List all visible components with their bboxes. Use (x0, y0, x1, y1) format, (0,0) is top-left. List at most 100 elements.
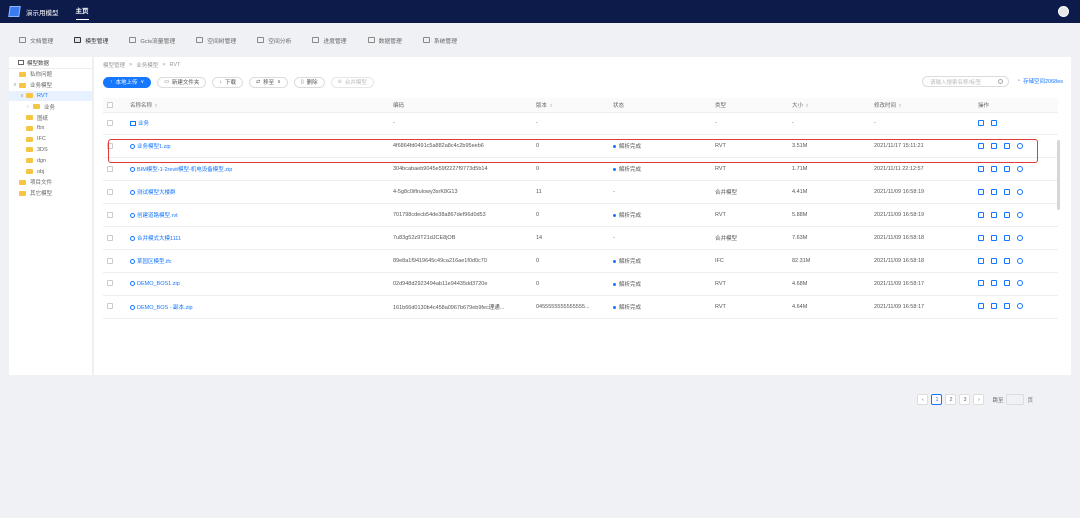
table-row[interactable]: DEMO_BOS1.zip 02d948d2923494ab11e94435dd3… (103, 272, 1058, 296)
table-row[interactable]: 业务模型1.zip 4f6864fd0491c5a882a8c4c2b95eeb6… (103, 134, 1058, 159)
table-scrollbar[interactable] (1057, 140, 1060, 210)
sidebar-item[interactable]: obj (9, 166, 92, 177)
row-checkbox[interactable] (103, 180, 126, 205)
edit-icon[interactable] (991, 303, 997, 310)
upload-button[interactable]: ↑ 本地上传 ∨ (103, 76, 152, 88)
goto-page-input[interactable] (1006, 394, 1025, 405)
new-folder-button[interactable]: ▭ 新建文件夹 (157, 76, 207, 88)
preview-icon[interactable] (978, 211, 984, 218)
page-button[interactable]: 1 (931, 394, 943, 405)
preview-icon[interactable] (978, 234, 984, 241)
column-time[interactable]: 修改时间 ⇕ (870, 98, 974, 113)
row-checkbox[interactable] (103, 157, 126, 182)
row-checkbox[interactable] (103, 226, 126, 250)
column-name[interactable]: 名称名称 ⇕ (126, 98, 389, 113)
row-checkbox[interactable] (103, 295, 126, 319)
tab-model[interactable]: 模型管理 (74, 36, 108, 45)
sidebar-item[interactable]: 其它模型 (9, 188, 92, 199)
tab-space-tree[interactable]: 空间树管理 (196, 36, 236, 45)
row-checkbox[interactable] (103, 134, 126, 159)
download-icon[interactable] (1004, 257, 1010, 264)
file-name-link[interactable]: 业务模型1.zip (126, 134, 389, 159)
preview-icon[interactable] (978, 188, 984, 195)
row-checkbox[interactable] (103, 272, 126, 296)
sidebar-item[interactable]: 图纸 (9, 112, 92, 123)
table-row[interactable]: 业务 - - - - - (103, 112, 1058, 136)
preview-icon[interactable] (978, 120, 984, 127)
table-row[interactable]: 创建道路模型.rvt 701798cdecb54de38a867def96d0d5… (103, 203, 1058, 227)
edit-icon[interactable] (991, 211, 997, 218)
preview-icon[interactable] (978, 303, 984, 310)
table-row[interactable]: 合并模式大模1111 7u83g52z9T21dJCE8jOB 14- 合并模型 7.6… (103, 226, 1058, 250)
edit-icon[interactable] (991, 166, 997, 172)
tab-progress[interactable]: 进度管理 (312, 36, 347, 45)
edit-icon[interactable] (991, 143, 997, 150)
sidebar-item[interactable]: 私你问题 (9, 69, 92, 80)
download-icon[interactable] (1004, 188, 1010, 195)
edit-icon[interactable] (991, 120, 997, 127)
more-icon[interactable] (1017, 257, 1023, 264)
page-button[interactable]: 3 (959, 394, 971, 405)
sidebar-item[interactable]: fbx (9, 123, 92, 134)
sidebar-item[interactable]: ∨ RVT (9, 90, 92, 102)
prev-page-button[interactable]: ‹ (917, 394, 929, 405)
select-all-checkbox[interactable] (103, 98, 126, 113)
table-row[interactable]: BIM模型-1-2revit模型-机电设备模型.zip 304bcabaeb904… (103, 157, 1058, 182)
row-checkbox[interactable] (103, 112, 126, 136)
move-button[interactable]: ⇄ 移至 ∨ (248, 76, 288, 88)
file-name-link[interactable]: 某园区模型.ifc (126, 249, 389, 273)
sidebar-item[interactable]: ∨ 业务模型 (9, 80, 92, 91)
storage-link[interactable]: ◔ 存储空间2068es (1017, 77, 1063, 85)
table-row[interactable]: DEMO_BOS - 副本.zip 161b66d0130b4c458a0967b… (103, 295, 1058, 319)
column-version[interactable]: 版本 ⇕ (532, 98, 609, 113)
more-icon[interactable] (1017, 166, 1023, 172)
file-name-link[interactable]: DEMO_BOS1.zip (126, 272, 389, 296)
file-name-link[interactable]: 创建道路模型.rvt (126, 203, 389, 227)
sidebar-item[interactable]: › 业务 (9, 101, 92, 112)
edit-icon[interactable] (991, 257, 997, 264)
download-icon[interactable] (1004, 143, 1010, 150)
file-name-link[interactable]: 测试模型大楼群 (126, 180, 389, 205)
column-size[interactable]: 大小 ⇕ (788, 98, 870, 113)
sidebar-title[interactable]: 模型数据 (9, 57, 92, 69)
file-name-link[interactable]: 业务 (126, 112, 389, 136)
app-logo[interactable]: 演示用模型 (8, 6, 59, 17)
breadcrumb-item[interactable]: RVT (169, 62, 180, 68)
search-icon[interactable] (998, 79, 1003, 84)
download-icon[interactable] (1004, 234, 1010, 241)
more-icon[interactable] (1017, 143, 1023, 150)
merge-model-button[interactable]: ⊕ 合并模型 (330, 76, 374, 88)
search-input[interactable]: 请输入搜索名称/标签 (922, 76, 1009, 87)
breadcrumb-item[interactable]: 业务模型 (136, 61, 158, 69)
preview-icon[interactable] (978, 166, 984, 172)
next-page-button[interactable]: › (973, 394, 985, 405)
page-button[interactable]: 2 (945, 394, 957, 405)
tab-analysis[interactable]: 空间分析 (257, 36, 291, 45)
preview-icon[interactable] (978, 143, 984, 150)
download-icon[interactable] (1004, 211, 1010, 218)
delete-button[interactable]: ▯ 删除 (293, 76, 325, 88)
edit-icon[interactable] (991, 280, 997, 287)
tab-flow[interactable]: Gcis流量管理 (129, 36, 175, 45)
avatar[interactable] (1058, 6, 1069, 17)
preview-icon[interactable] (978, 280, 984, 287)
sidebar-item[interactable]: IFC (9, 134, 92, 145)
row-checkbox[interactable] (103, 203, 126, 227)
more-icon[interactable] (1017, 211, 1023, 218)
file-name-link[interactable]: BIM模型-1-2revit模型-机电设备模型.zip (126, 157, 389, 182)
download-icon[interactable] (1004, 280, 1010, 287)
sidebar-item[interactable]: dgn (9, 155, 92, 166)
preview-icon[interactable] (978, 257, 984, 264)
table-row[interactable]: 某园区模型.ifc 89e8a1f9419645c49ca216ae1f0d0c7… (103, 249, 1058, 273)
more-icon[interactable] (1017, 188, 1023, 195)
sidebar-item[interactable]: 项目文件 (9, 177, 92, 188)
file-name-link[interactable]: DEMO_BOS - 副本.zip (126, 295, 389, 319)
tab-system[interactable]: 系统管理 (422, 36, 457, 45)
tab-data[interactable]: 数据管理 (367, 36, 402, 45)
sidebar-item[interactable]: 3DS (9, 145, 92, 156)
tab-document[interactable]: 文档管理 (19, 36, 53, 45)
more-icon[interactable] (1017, 280, 1023, 287)
edit-icon[interactable] (991, 234, 997, 241)
edit-icon[interactable] (991, 188, 997, 195)
row-checkbox[interactable] (103, 249, 126, 273)
